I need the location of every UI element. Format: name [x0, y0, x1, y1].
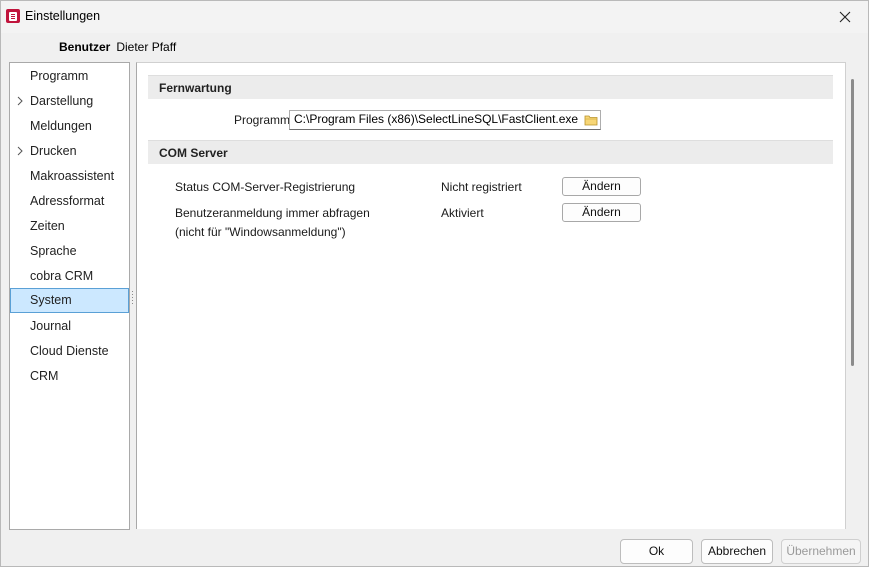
vertical-scrollbar[interactable] — [851, 79, 854, 366]
sidebar-item-programm[interactable]: Programm — [11, 64, 128, 88]
com-status-label: Status COM-Server-Registrierung — [175, 180, 356, 194]
sidebar-item-label: Sprache — [30, 244, 77, 258]
browse-button[interactable] — [583, 112, 599, 128]
program-path-field[interactable] — [289, 110, 601, 130]
sidebar-item-adressformat[interactable]: Adressformat — [11, 189, 128, 213]
folder-icon — [584, 115, 598, 126]
user-info: Benutzer Dieter Pfaff — [59, 40, 176, 54]
chevron-right-icon[interactable] — [17, 96, 23, 106]
settings-nav: Programm Darstellung Meldungen Drucken M… — [9, 62, 130, 530]
change-login-prompt-button[interactable]: Ändern — [562, 203, 641, 222]
close-button[interactable] — [822, 1, 868, 33]
sidebar-item-makroassistent[interactable]: Makroassistent — [11, 164, 128, 188]
section-title: Fernwartung — [159, 81, 232, 95]
sidebar-item-label: Cloud Dienste — [30, 344, 109, 358]
user-label: Benutzer — [59, 40, 111, 54]
login-prompt-sublabel: (nicht für "Windowsanmeldung") — [175, 225, 346, 239]
sidebar-item-label: CRM — [30, 369, 59, 383]
change-com-status-button[interactable]: Ändern — [562, 177, 641, 196]
section-header-fernwartung: Fernwartung — [148, 75, 833, 99]
sidebar-item-label: Adressformat — [30, 194, 105, 208]
sidebar-item-cobra-crm[interactable]: cobra CRM — [11, 264, 128, 288]
cancel-button[interactable]: Abbrechen — [701, 539, 773, 564]
chevron-right-icon[interactable] — [17, 146, 23, 156]
login-prompt-value: Aktiviert — [441, 206, 484, 220]
sidebar-item-system[interactable]: System — [10, 288, 129, 313]
com-status-value: Nicht registriert — [441, 180, 522, 194]
sidebar-item-label: Meldungen — [30, 119, 92, 133]
apply-button[interactable]: Übernehmen — [781, 539, 861, 564]
sidebar-item-cloud-dienste[interactable]: Cloud Dienste — [11, 339, 128, 363]
ok-button[interactable]: Ok — [620, 539, 693, 564]
sidebar-item-label: Darstellung — [30, 94, 94, 108]
splitter-handle[interactable] — [131, 291, 134, 305]
sidebar-item-crm[interactable]: CRM — [11, 364, 128, 388]
section-header-com-server: COM Server — [148, 140, 833, 164]
sidebar-item-label: System — [30, 293, 72, 307]
sidebar-item-darstellung[interactable]: Darstellung — [11, 89, 128, 113]
sidebar-item-drucken[interactable]: Drucken — [11, 139, 128, 163]
window-title: Einstellungen — [25, 9, 101, 23]
sidebar-item-meldungen[interactable]: Meldungen — [11, 114, 128, 138]
sidebar-item-label: cobra CRM — [30, 269, 94, 283]
title-bar: Einstellungen — [1, 1, 868, 33]
sidebar-item-label: Programm — [30, 69, 89, 83]
sidebar-item-label: Journal — [30, 319, 71, 333]
app-icon — [6, 9, 20, 23]
program-label: Programm — [234, 113, 291, 127]
program-path-input[interactable] — [290, 111, 584, 127]
login-prompt-label: Benutzeranmeldung immer abfragen — [175, 206, 370, 220]
sidebar-item-label: Makroassistent — [30, 169, 115, 183]
settings-window: Einstellungen Benutzer Dieter Pfaff Progr… — [0, 0, 869, 567]
settings-panel: Fernwartung Programm COM Server Status C… — [136, 62, 846, 529]
close-icon — [839, 11, 851, 23]
sidebar-item-zeiten[interactable]: Zeiten — [11, 214, 128, 238]
sidebar-item-label: Drucken — [30, 144, 77, 158]
sidebar-item-journal[interactable]: Journal — [11, 314, 128, 338]
sidebar-item-sprache[interactable]: Sprache — [11, 239, 128, 263]
section-title: COM Server — [159, 146, 228, 160]
sidebar-item-label: Zeiten — [30, 219, 65, 233]
user-name: Dieter Pfaff — [116, 40, 177, 54]
